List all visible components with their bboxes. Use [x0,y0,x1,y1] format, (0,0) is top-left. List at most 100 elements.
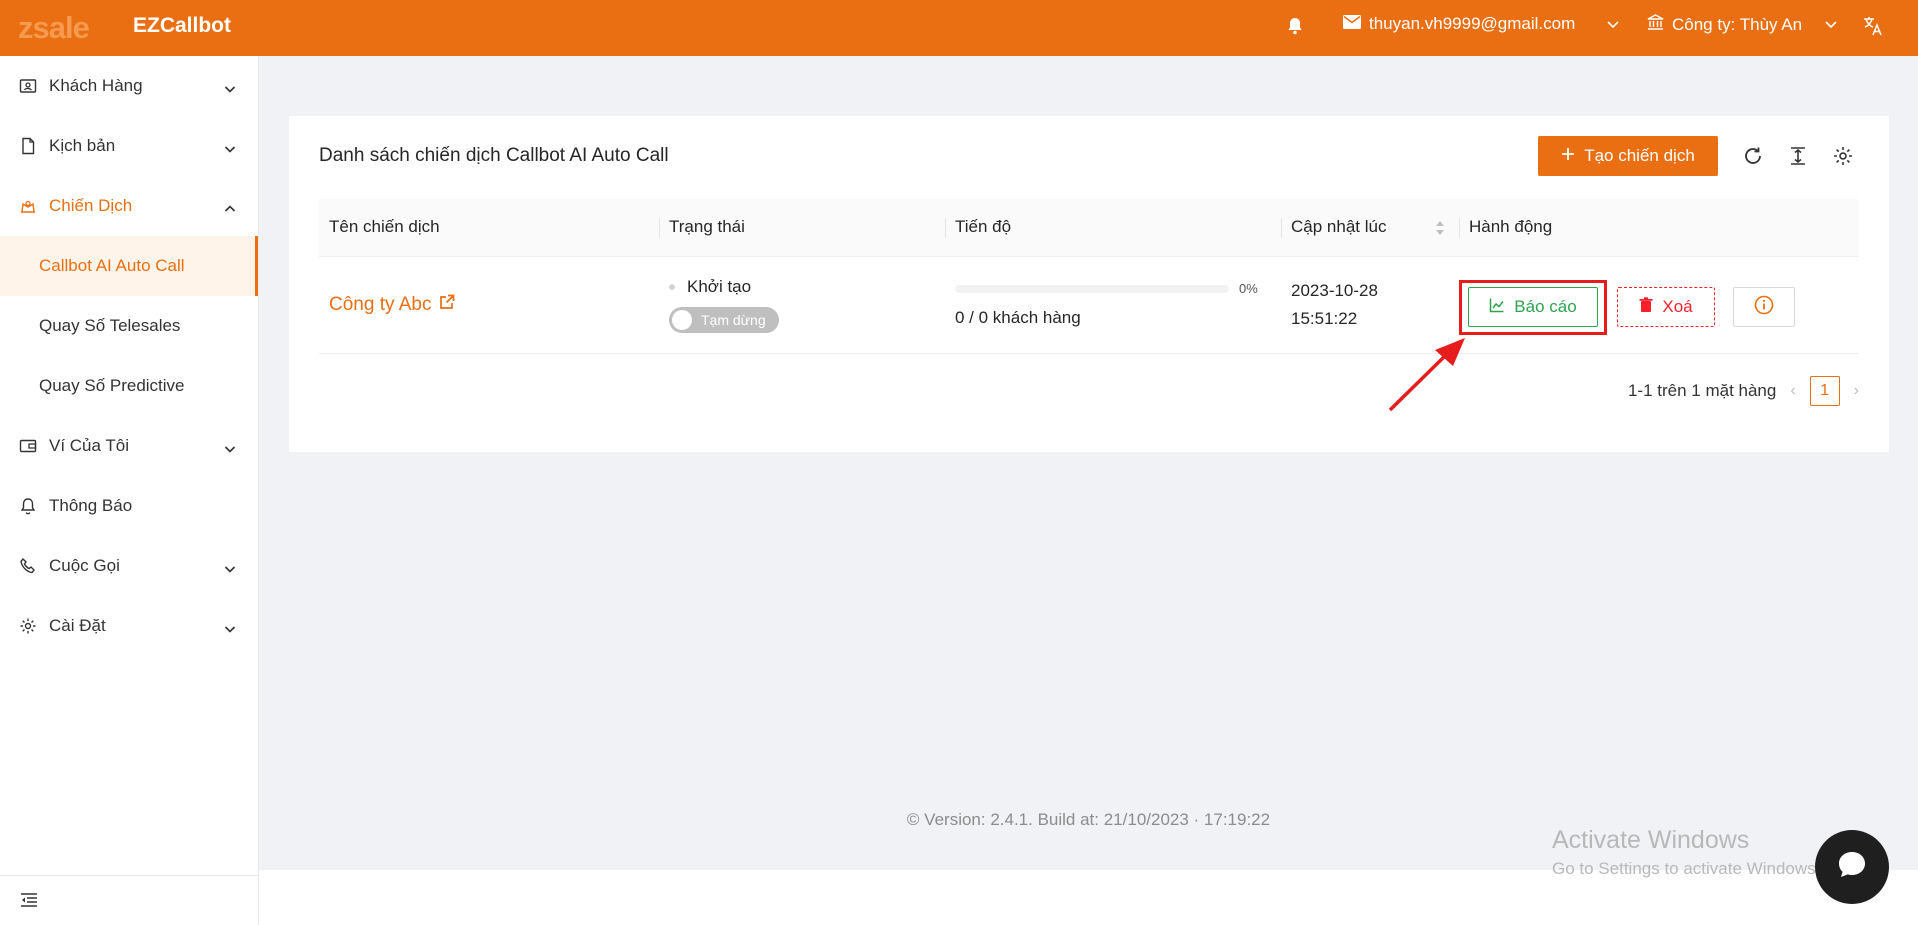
sidebar-subitem-label: Quay Số Telesales [39,316,181,335]
sidebar-item-label: Cuộc Gọi [49,556,120,575]
progress-bar [955,284,1229,293]
campaign-table: Tên chiến dịch Trạng thái Tiến độ Cập nh… [319,199,1859,354]
sidebar-item-khach-hang[interactable]: Khách Hàng [0,56,258,116]
progress-percent: 0% [1239,281,1258,296]
updated-date: 2023-10-28 [1291,280,1378,300]
sidebar-menu: Khách Hàng Kịch bản Chiến Dịch Callbot A… [0,56,258,656]
watermark-line-2: Go to Settings to activate Windows. [1552,859,1821,878]
refresh-icon[interactable] [1742,145,1764,167]
delete-button[interactable]: Xoá [1617,287,1715,327]
copyright-icon: © [906,810,920,829]
sidebar-item-cuoc-goi[interactable]: Cuộc Gọi [0,536,258,596]
sidebar-item-label: Chiến Dịch [49,196,133,215]
status-text-wrap: Khởi tạo [669,277,945,297]
sidebar-item-label: Kịch bản [49,136,116,155]
next-page-icon[interactable]: › [1854,382,1859,400]
chevron-down-icon [224,620,236,633]
column-header-actions: Hành động [1459,199,1859,257]
document-icon [19,137,37,155]
progress-bar-wrap: 0% [955,281,1281,296]
chevron-down-icon [224,140,236,153]
sidebar-subitem-quay-so-telesales[interactable]: Quay Số Telesales [0,296,258,356]
phone-icon [19,557,37,575]
sort-icon[interactable] [1435,220,1445,241]
sidebar-item-vi-cua-toi[interactable]: Ví Của Tôi [0,416,258,476]
chat-widget-button[interactable] [1815,830,1889,904]
campaign-name-link[interactable]: Công ty Abc [329,294,659,316]
pagination-summary: 1-1 trên 1 mặt hàng [1627,381,1777,400]
company-dropdown[interactable]: Công ty: Thùy An [1647,14,1802,36]
toggle-label: Tạm dừng [701,311,766,328]
gear-icon [19,617,37,635]
trash-icon [1639,296,1653,318]
top-header: zsale EZCallbot thuyan.vh9999@gmail.com … [0,0,1918,56]
settings-icon[interactable] [1832,145,1854,167]
column-height-icon[interactable] [1787,145,1809,167]
watermark-line-1: Activate Windows [1552,826,1750,854]
sidebar-subitem-callbot-ai-auto-call[interactable]: Callbot AI Auto Call [0,236,258,296]
language-translate-icon[interactable] [1862,15,1884,37]
plus-icon [1561,146,1575,166]
pagination: 1-1 trên 1 mặt hàng ‹ 1 › [1628,376,1859,406]
status-dot [669,284,675,291]
wallet-icon [19,437,37,455]
sidebar-subitem-label: Callbot AI Auto Call [39,256,185,275]
info-circle-icon [1754,295,1774,320]
delete-label: Xoá [1662,297,1693,316]
bank-icon [1647,14,1664,36]
page-title: Danh sách chiến dịch Callbot AI Auto Cal… [319,145,669,166]
sidebar-item-kich-ban[interactable]: Kịch bản [0,116,258,176]
version-text: Version: 2.4.1. Build at: 21/10/2023 · 1… [924,810,1271,829]
bell-icon [19,497,37,515]
line-chart-icon [1489,297,1505,318]
column-header-status: Trạng thái [659,199,945,257]
notification-bell-icon[interactable] [1286,16,1304,36]
sidebar-subitem-quay-so-predictive[interactable]: Quay Số Predictive [0,356,258,416]
sidebar-item-thong-bao[interactable]: Thông Báo [0,476,258,536]
windows-activation-watermark: Activate Windows Go to Settings to activ… [1552,826,1820,879]
sidebar-item-label: Cài Đặt [49,616,106,635]
sidebar-item-cai-dat[interactable]: Cài Đặt [0,596,258,656]
user-email-dropdown[interactable]: thuyan.vh9999@gmail.com [1343,14,1575,34]
contacts-icon [19,77,37,95]
user-email: thuyan.vh9999@gmail.com [1369,14,1576,33]
status-text: Khởi tạo [687,276,752,296]
progress-count: 0 / 0 khách hàng [955,308,1081,327]
prev-page-icon[interactable]: ‹ [1790,382,1795,400]
sidebar-item-chien-dich[interactable]: Chiến Dịch [0,176,258,236]
chevron-down-icon[interactable] [1825,18,1837,30]
pause-toggle[interactable]: Tạm dừng [669,306,779,333]
annotation-arrow [1388,338,1465,412]
campaign-name: Công ty Abc [329,293,432,315]
page-number-button[interactable]: 1 [1809,376,1840,406]
toggle-knob [672,309,692,330]
chevron-down-icon [224,560,236,573]
company-name: Công ty: Thùy An [1672,15,1803,34]
column-header-name: Tên chiến dịch [319,199,659,257]
info-button[interactable] [1733,287,1795,327]
external-link-icon[interactable] [439,294,455,316]
updated-time: 15:51:22 [1291,308,1358,328]
report-label: Báo cáo [1514,297,1577,316]
sidebar-collapse-bar[interactable] [0,875,259,925]
chevron-up-icon [224,200,236,212]
chevron-down-icon [224,440,236,453]
create-campaign-button[interactable]: Tạo chiến dịch [1538,136,1718,176]
chevron-down-icon [224,80,236,93]
report-button[interactable]: Báo cáo [1468,287,1598,327]
create-campaign-label: Tạo chiến dịch [1584,146,1695,165]
sidebar-item-label: Ví Của Tôi [49,436,130,455]
chevron-down-icon[interactable] [1607,18,1619,30]
logo[interactable]: zsale [18,10,90,46]
chat-icon [1835,848,1869,887]
table-header-row: Tên chiến dịch Trạng thái Tiến độ Cập nh… [319,199,1859,257]
column-header-updated[interactable]: Cập nhật lúc [1281,199,1459,257]
sidebar: Khách Hàng Kịch bản Chiến Dịch Callbot A… [0,56,259,925]
column-header-progress: Tiến độ [945,199,1281,257]
campaign-icon [19,197,37,215]
menu-fold-icon[interactable] [20,892,38,913]
sidebar-item-label: Thông Báo [49,496,133,515]
sidebar-subitem-label: Quay Số Predictive [39,376,185,395]
sidebar-item-label: Khách Hàng [49,76,143,95]
logo-mark: zsale [18,10,90,45]
